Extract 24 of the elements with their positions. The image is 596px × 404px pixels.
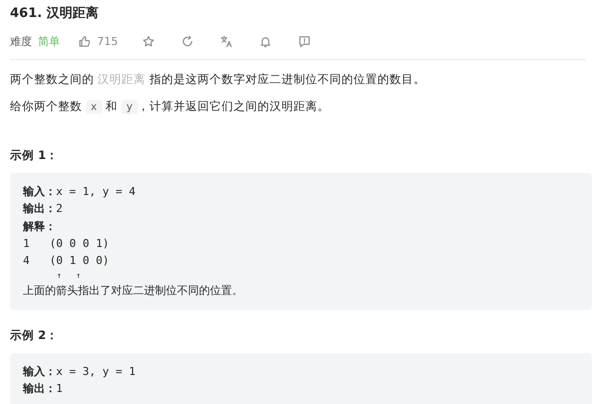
code-line: 上面的箭头指出了对应二进制位不同的位置。: [23, 283, 243, 300]
arrow-marks: ↑ ↑: [56, 270, 81, 282]
refresh-icon[interactable]: [181, 34, 194, 48]
difficulty-value: 简单: [38, 34, 60, 48]
difficulty-label: 难度: [10, 34, 32, 48]
thumbs-up-icon[interactable]: [78, 34, 91, 48]
star-icon[interactable]: [142, 34, 155, 48]
problem-title: 461. 汉明距离: [10, 6, 100, 22]
description-paragraph: 两个整数之间的 汉明距离 指的是这两个数字对应二进制位不同的位置的数目。: [10, 71, 426, 88]
description-paragraph: 给你两个整数 x 和 y ，计算并返回它们之间的汉明距离。: [10, 98, 331, 116]
example-heading: 示例 1：: [10, 148, 60, 163]
example-heading: 示例 2：: [10, 328, 60, 343]
code-line: 输出：2: [23, 201, 63, 218]
translate-icon[interactable]: [220, 34, 233, 48]
code-line: 输入：x = 1, y = 4: [23, 184, 136, 200]
like-count: 715: [97, 34, 118, 48]
code-line: 1 (0 0 0 1): [23, 236, 110, 252]
code-line: 输入：x = 3, y = 1: [23, 364, 136, 380]
feedback-icon[interactable]: [298, 34, 311, 48]
code-line: 输出：1: [23, 381, 63, 398]
bell-icon[interactable]: [259, 34, 272, 48]
code-line: 4 (0 1 0 0): [23, 253, 110, 270]
code-line: 解释：: [23, 218, 56, 235]
term-link[interactable]: 汉明距离: [98, 72, 146, 86]
